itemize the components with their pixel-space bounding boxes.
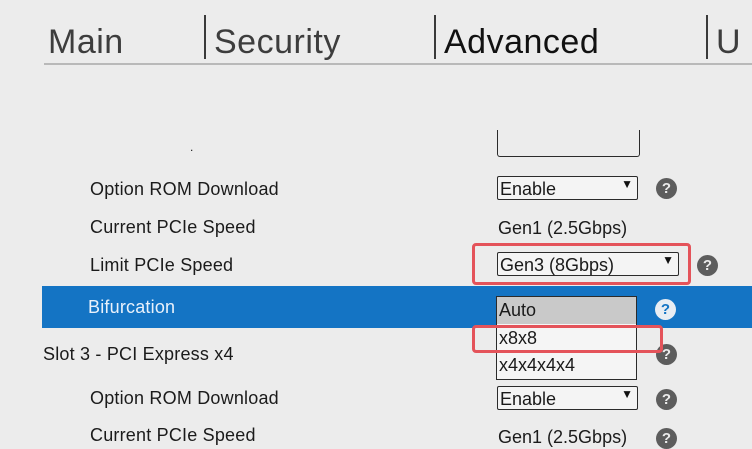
tab-main[interactable]: Main [48,22,124,62]
tab-security[interactable]: Security [214,22,341,62]
option-rom-value: Enable [500,389,557,409]
option-rom-label: Option ROM Download [90,179,279,199]
limit-pcie-speed-label: Limit PCIe Speed [90,255,234,275]
tab-divider [434,15,436,59]
chevron-down-icon: ▼ [621,387,633,401]
tab-bar: Main Security Advanced U [0,0,752,66]
option-rom-dropdown[interactable]: Enable ▼ [497,386,638,410]
option-auto[interactable]: Auto [497,297,636,324]
tab-advanced[interactable]: Advanced [444,22,599,62]
slot3-header: Slot 3 - PCI Express x4 [43,344,234,364]
bifurcation-label: Bifurcation [88,297,176,317]
option-rom-value: Enable [500,179,557,199]
limit-pcie-speed-value: Gen3 (8Gbps) [500,255,615,275]
option-x4x4x4x4[interactable]: x4x4x4x4 [497,352,636,379]
partial-dropdown[interactable] [497,130,640,157]
help-icon[interactable]: ? [656,389,677,410]
current-pcie-speed-label: Current PCIe Speed [90,425,256,445]
help-icon[interactable]: ? [697,255,718,276]
tab-partial[interactable]: U [716,22,741,62]
tab-divider [706,15,708,59]
current-pcie-speed-value: Gen1 (2.5Gbps) [498,427,628,447]
limit-pcie-speed-dropdown[interactable]: Gen3 (8Gbps) ▼ [497,252,679,276]
help-icon[interactable]: ? [656,344,677,365]
tab-divider [204,15,206,59]
help-icon[interactable]: ? [656,178,677,199]
chevron-down-icon: ▼ [621,177,633,191]
tab-underline [44,63,752,65]
bifurcation-listbox[interactable]: Auto x8x8 x4x4x4x4 [496,296,637,380]
option-rom-dropdown[interactable]: Enable ▼ [497,176,638,200]
chevron-down-icon: ▼ [662,253,674,267]
dot-marker: . [190,140,194,154]
current-pcie-speed-value: Gen1 (2.5Gbps) [498,218,628,238]
option-rom-label: Option ROM Download [90,388,279,408]
help-icon[interactable]: ? [655,299,676,320]
bifurcation-row[interactable]: Bifurcation ? [42,286,752,328]
current-pcie-speed-label: Current PCIe Speed [90,217,256,237]
help-icon[interactable]: ? [656,428,677,449]
option-x8x8[interactable]: x8x8 [497,325,636,352]
